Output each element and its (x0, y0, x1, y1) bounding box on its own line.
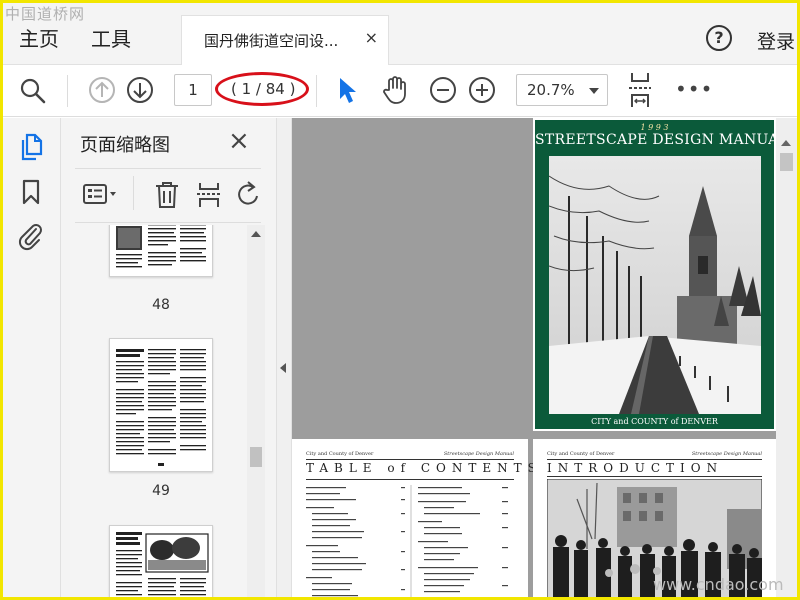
page-header-left: City and County of Denver (306, 451, 374, 457)
bookmark-icon[interactable] (20, 178, 44, 206)
zoom-value: 20.7% (527, 81, 575, 99)
tab-title: 国丹佛街道空间设... (204, 32, 339, 50)
header-rule (547, 459, 762, 460)
page-header-right: Streetscape Design Manual (691, 451, 762, 457)
attachment-icon[interactable] (17, 221, 45, 251)
highlight-oval (215, 72, 309, 106)
page-header-left: City and County of Denver (547, 451, 615, 457)
menu-tools[interactable]: 工具 (91, 23, 131, 52)
help-icon[interactable]: ? (706, 25, 732, 51)
hand-tool-icon[interactable] (379, 74, 411, 106)
fit-page-icon[interactable] (625, 71, 655, 109)
toc-page: City and County of Denver Streetscape De… (292, 439, 536, 597)
panel-title: 页面缩略图 (80, 135, 170, 156)
introduction-title: INTRODUCTION (547, 461, 724, 475)
previous-page-icon[interactable] (88, 76, 116, 104)
thumbnail-preview (116, 532, 209, 596)
toolbar-divider (316, 75, 317, 107)
document-view[interactable]: 1 9 9 3 STREETSCAPE DESIGN MANUAL CITY a… (292, 118, 797, 597)
next-page-icon[interactable] (126, 76, 154, 104)
title-rule (547, 476, 762, 477)
tab-close-icon[interactable]: × (365, 28, 378, 47)
panel-tool-divider (133, 176, 134, 210)
zoom-select[interactable]: 20.7% (516, 74, 608, 106)
page-thumbnail[interactable] (109, 225, 213, 277)
more-tools-button[interactable]: ••• (675, 77, 713, 101)
toc-entries (306, 485, 508, 597)
zoom-out-icon[interactable] (429, 76, 457, 104)
panel-divider (75, 222, 261, 223)
cover-page: 1 9 9 3 STREETSCAPE DESIGN MANUAL CITY a… (533, 118, 789, 431)
chevron-down-icon (589, 88, 599, 94)
delete-icon[interactable] (153, 180, 181, 210)
thumbnails-panel: 页面缩略图 × 48 49 (61, 118, 276, 597)
login-button[interactable]: 登录 (757, 27, 795, 54)
watermark-top: 中国道桥网 (5, 5, 86, 23)
extract-pages-icon[interactable] (195, 180, 223, 210)
cover-title: STREETSCAPE DESIGN MANUAL (535, 132, 789, 148)
close-icon[interactable]: × (228, 128, 250, 154)
panel-divider (75, 168, 261, 169)
chevron-left-icon (280, 363, 286, 373)
top-bar: 中国道桥网 主页 工具 国丹佛街道空间设... × ? 登录 (3, 3, 797, 65)
toc-title: TABLE of CONTENTS (306, 461, 542, 475)
thumbnail-preview (116, 225, 206, 268)
document-scrollbar[interactable] (776, 118, 797, 597)
page-thumbnail[interactable] (109, 338, 213, 472)
select-cursor-icon[interactable] (336, 75, 360, 105)
thumbnail-scrollbar[interactable] (247, 225, 265, 597)
thumbnail-page-number: 48 (152, 297, 170, 313)
thumbnail-preview (116, 349, 206, 466)
left-rail (3, 118, 61, 597)
header-rule (306, 459, 514, 460)
toolbar-divider (67, 75, 68, 107)
cover-photo (549, 156, 761, 414)
search-icon[interactable] (19, 77, 47, 105)
app-window: 中国道桥网 主页 工具 国丹佛街道空间设... × ? 登录 1 ( 1 / 8… (0, 0, 800, 600)
toolbar: 1 ( 1 / 84 ) 20.7% ••• (3, 65, 797, 117)
watermark-bottom: www.cndao.com (653, 575, 784, 594)
thumbnail-options-icon[interactable] (81, 180, 119, 208)
scroll-up-icon[interactable] (781, 140, 791, 146)
menu-home[interactable]: 主页 (19, 23, 59, 52)
page-header-right: Streetscape Design Manual (443, 451, 514, 457)
cover-footer: CITY and COUNTY of DENVER (591, 417, 718, 426)
page-thumbnail[interactable] (109, 525, 213, 597)
cover-year: 1 9 9 3 (640, 123, 669, 132)
page-number-input[interactable]: 1 (174, 74, 212, 106)
cover-background: 1 9 9 3 STREETSCAPE DESIGN MANUAL CITY a… (535, 120, 789, 429)
scroll-up-icon[interactable] (251, 231, 261, 237)
title-rule (306, 479, 514, 480)
panel-collapse-handle[interactable] (276, 118, 292, 597)
thumbnail-page-number: 49 (152, 483, 170, 499)
scrollbar-thumb[interactable] (250, 447, 262, 467)
zoom-in-icon[interactable] (468, 76, 496, 104)
scrollbar-thumb[interactable] (780, 153, 793, 171)
document-tab[interactable]: 国丹佛街道空间设... × (181, 15, 389, 65)
page-thumbnails-icon[interactable] (18, 132, 46, 162)
thumbnail-list: 48 49 (75, 225, 247, 597)
rotate-icon[interactable] (235, 180, 263, 210)
